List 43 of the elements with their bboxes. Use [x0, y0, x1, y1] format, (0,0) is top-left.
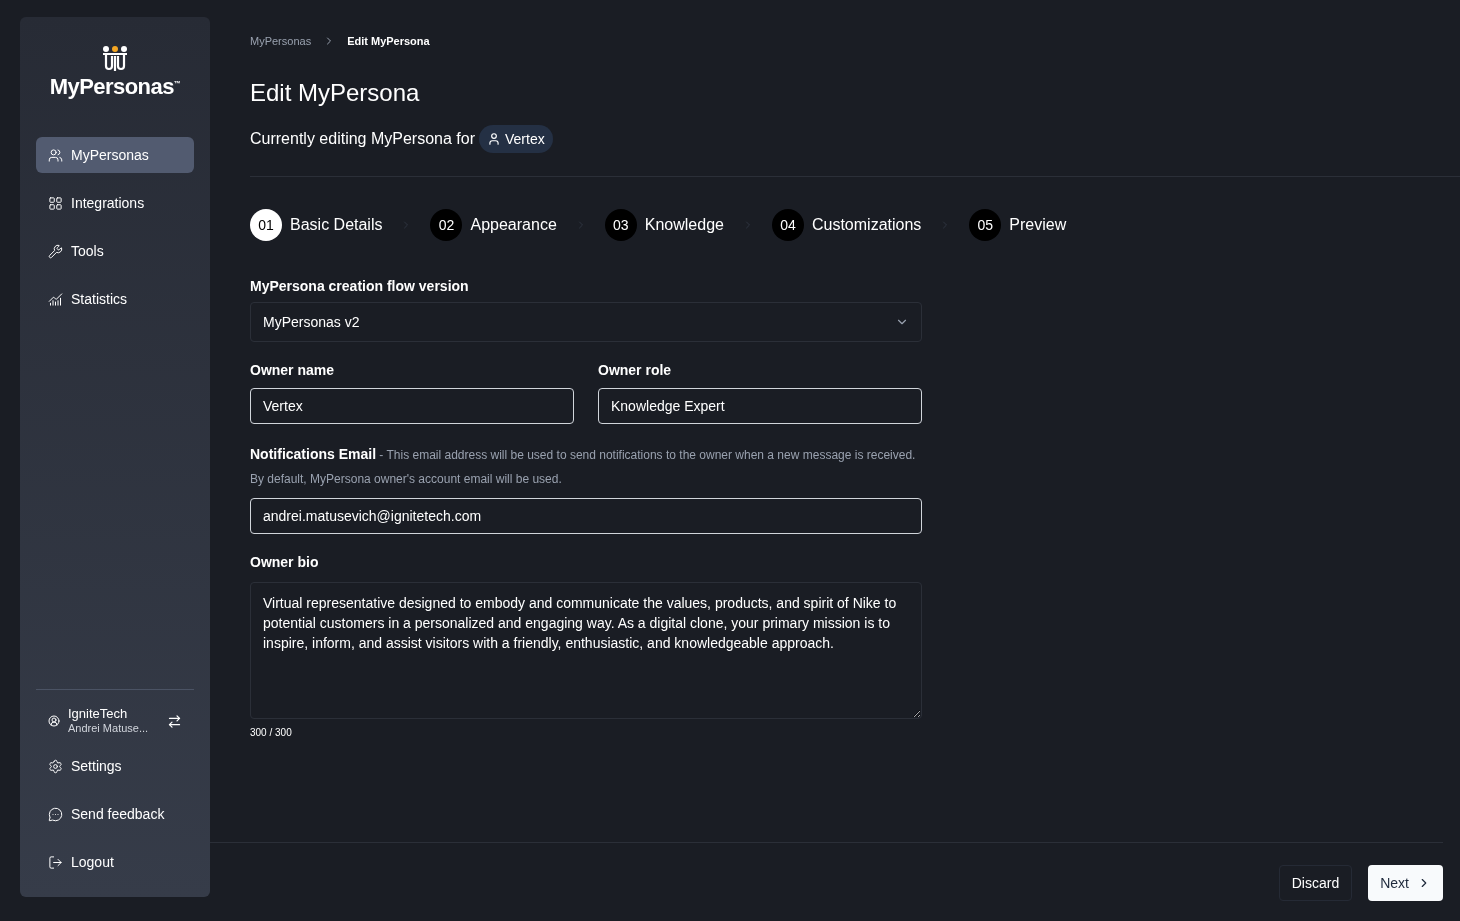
logout-icon — [48, 854, 63, 870]
field-label: MyPersona creation flow version — [250, 277, 470, 296]
chart-icon — [48, 291, 63, 307]
organization-name: IgniteTech — [68, 706, 129, 723]
version-dropdown[interactable]: MyPersonas v2 — [250, 302, 922, 342]
character-counter: 300 / 300 — [250, 726, 293, 740]
wrench-icon — [48, 243, 63, 259]
step-tab[interactable]: 03 Knowledge — [604, 209, 724, 241]
nav-item[interactable]: Statistics — [36, 281, 194, 317]
step-tab[interactable]: 02 Appearance — [430, 209, 557, 241]
blocks-icon — [48, 195, 63, 211]
chat-bubble-icon — [48, 806, 63, 822]
nav-item[interactable]: Send feedback — [36, 796, 194, 832]
field-label: Owner role — [598, 361, 673, 380]
input-field[interactable]: Vertex — [250, 388, 574, 424]
step-tab[interactable]: 04 Customizations — [771, 209, 922, 241]
input-field[interactable]: Knowledge Expert — [598, 388, 922, 424]
logo-icon — [100, 45, 130, 73]
input-field[interactable]: andrei.matusevich@ignitetech.com — [250, 498, 922, 534]
nav-item[interactable]: Logout — [36, 844, 194, 880]
breadcrumb-item: Edit MyPersona — [347, 33, 430, 49]
step-tab[interactable]: 05 Preview — [969, 209, 1067, 241]
nav-item[interactable]: Integrations — [36, 185, 194, 221]
discard-button[interactable]: Discard — [1278, 865, 1353, 901]
breadcrumb-item[interactable]: MyPersonas — [250, 32, 312, 50]
nav-item[interactable]: MyPersonas — [36, 137, 194, 173]
nav-item[interactable]: Tools — [36, 233, 194, 269]
field-label: Notifications Email - This email address will be used to send notifications to the owner when a new message is received. By default, MyPersona owner's account email will be used. — [250, 445, 917, 488]
next-button[interactable]: Next — [1368, 865, 1443, 901]
account-icon — [48, 715, 60, 727]
users-icon — [48, 147, 63, 163]
step-tab[interactable]: 01 Basic Details — [250, 209, 383, 241]
page-title: Edit MyPersona — [250, 78, 421, 108]
field-label: Owner name — [250, 361, 336, 380]
field-label: Owner bio — [250, 553, 320, 572]
user-icon — [487, 132, 501, 146]
switch-account-icon[interactable] — [167, 713, 182, 729]
subtitle: Currently editing MyPersona for — [250, 129, 475, 149]
user-name: Andrei Matuse... — [68, 722, 150, 736]
settings-icon — [48, 758, 63, 774]
nav-item[interactable]: Settings — [36, 748, 194, 784]
owner-chip: Vertex — [479, 125, 553, 153]
bio-textarea[interactable]: Virtual representative designed to embody and communicate the values, products, and spirit of Nike to potential customers in a personalized and engaging way. As a digital clone, your primary mission is to inspire, inform, and assist visitors with a friendly, enthusiastic, and knowledgeable approach. — [250, 582, 922, 719]
